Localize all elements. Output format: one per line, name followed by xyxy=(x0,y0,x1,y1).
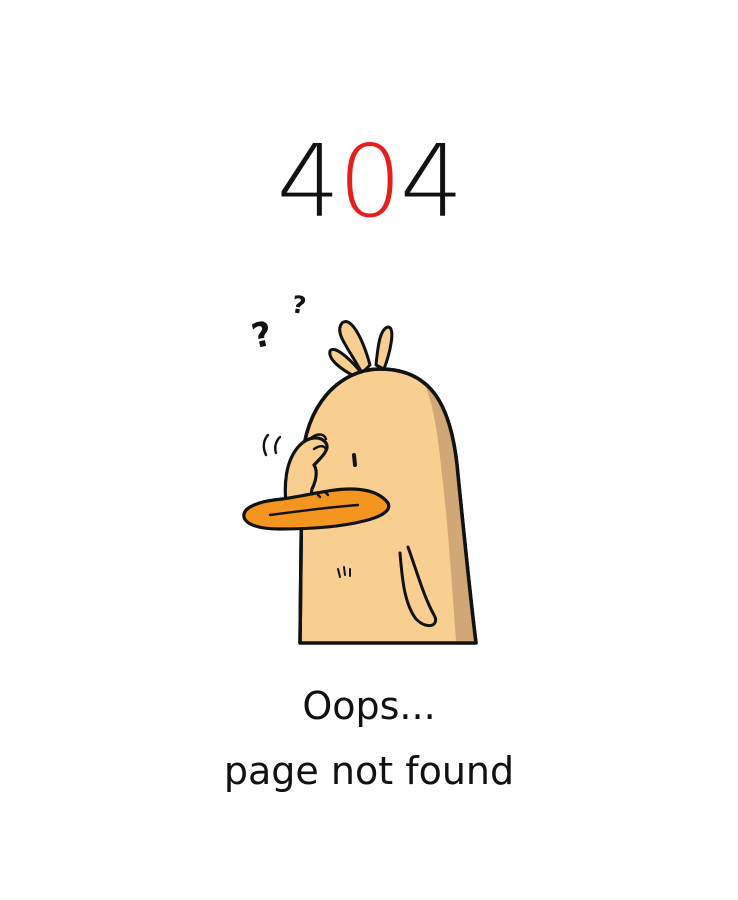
error-digit-middle: 0 xyxy=(338,123,402,240)
question-mark-icon: ? xyxy=(248,314,276,357)
error-digit-last: 4 xyxy=(399,123,464,240)
question-mark-small-icon: ? xyxy=(290,290,308,320)
confused-duck-illustration: ? ? xyxy=(230,285,510,650)
svg-text:?: ? xyxy=(290,290,308,320)
page-not-found-text: page not found xyxy=(223,749,515,793)
svg-text:?: ? xyxy=(248,314,276,357)
error-digit-first: 4 xyxy=(276,123,341,240)
oops-heading: Oops... xyxy=(302,684,436,728)
error-code-404: 404 xyxy=(0,122,738,242)
